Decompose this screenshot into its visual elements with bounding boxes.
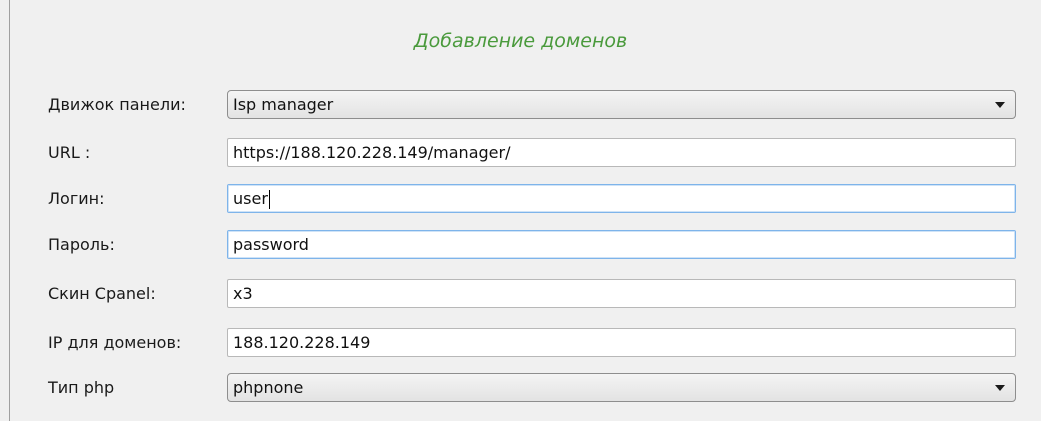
chevron-down-icon[interactable]: [995, 102, 1005, 108]
domain-ip-input[interactable]: 188.120.228.149: [227, 328, 1016, 357]
php-type-label: Тип php: [48, 378, 115, 397]
text-caret: [268, 190, 270, 209]
row-cpanel-skin: Скин Cpanel: x3: [0, 277, 1041, 310]
url-label: URL :: [48, 143, 91, 162]
domain-ip-label: IP для доменов:: [48, 333, 182, 352]
add-domains-form: Добавление доменов Движок панели: Isp ma…: [0, 0, 1041, 421]
chevron-down-icon[interactable]: [995, 385, 1005, 391]
cpanel-skin-input[interactable]: x3: [227, 279, 1016, 308]
panel-engine-select[interactable]: Isp manager: [227, 90, 1016, 119]
url-input[interactable]: https://188.120.228.149/manager/: [227, 138, 1016, 167]
form-title: Добавление доменов: [413, 30, 628, 52]
password-label: Пароль:: [48, 235, 115, 254]
login-label: Логин:: [48, 189, 105, 208]
cpanel-skin-label: Скин Cpanel:: [48, 284, 156, 303]
login-input[interactable]: user: [227, 184, 1016, 213]
password-input[interactable]: password: [227, 230, 1016, 259]
row-panel-engine: Движок панели: Isp manager: [0, 88, 1041, 121]
row-login: Логин: user: [0, 182, 1041, 215]
panel-engine-value: Isp manager: [233, 95, 334, 114]
row-url: URL : https://188.120.228.149/manager/: [0, 136, 1041, 169]
row-php-type: Тип php phpnone: [0, 371, 1041, 404]
php-type-select[interactable]: phpnone: [227, 373, 1016, 402]
panel-engine-label: Движок панели:: [48, 95, 186, 114]
row-password: Пароль: password: [0, 228, 1041, 261]
row-domain-ip: IP для доменов: 188.120.228.149: [0, 326, 1041, 359]
php-type-value: phpnone: [233, 378, 304, 397]
login-value: user: [233, 189, 268, 208]
